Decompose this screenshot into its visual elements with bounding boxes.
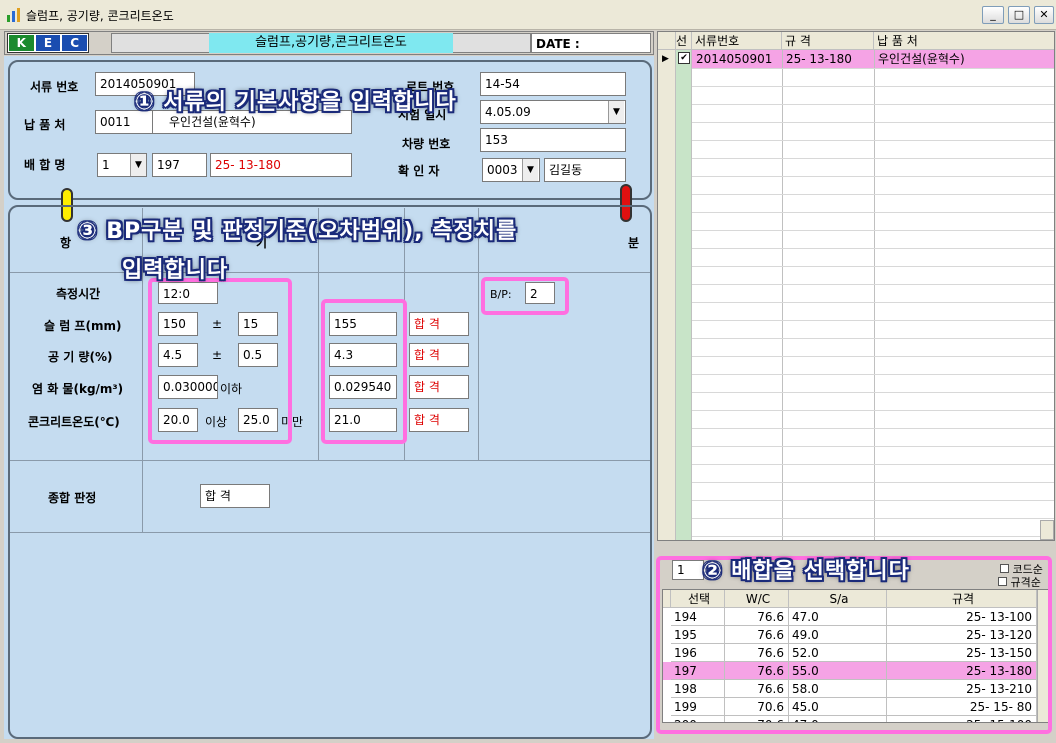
col-head-item: 항 [60, 236, 72, 250]
grid-line [692, 302, 1054, 303]
grid-line [692, 176, 1054, 177]
date-label: DATE : 2014.05.09 [531, 33, 651, 71]
minimize-button[interactable]: _ [982, 6, 1004, 24]
air-result: 합 격 [409, 343, 469, 367]
grid-line [692, 338, 1054, 339]
grid-line [692, 68, 1054, 69]
time-label: 측정시간 [56, 287, 101, 301]
app-icon [6, 7, 22, 23]
grid-line [692, 86, 1054, 87]
test-date-field[interactable]: 4.05.09 [480, 100, 626, 124]
scrollbar[interactable] [1040, 520, 1054, 540]
grid-line [692, 428, 1054, 429]
callout-2: ② 배합을 선택합니다 [703, 559, 910, 584]
grid-line [692, 284, 1054, 285]
chevron-down-icon[interactable]: ▼ [522, 159, 538, 181]
air-label: 공 기 량(%) [48, 350, 113, 364]
supplier-label: 납 품 처 [24, 118, 66, 132]
chevron-down-icon[interactable]: ▼ [130, 154, 146, 176]
temp-label: 콘크리트온도(℃) [28, 415, 120, 429]
total-judge-label: 종합 판정 [48, 491, 97, 505]
grid-line [692, 266, 1054, 267]
grid-line [692, 518, 1054, 519]
slump-result: 합 격 [409, 312, 469, 336]
grid-line [692, 104, 1054, 105]
grid-line [692, 446, 1054, 447]
kec-logo: K E C [7, 33, 89, 53]
col-head-bp: 분 [628, 236, 640, 250]
chloride-result: 합 격 [409, 375, 469, 399]
grid-line [692, 356, 1054, 357]
grid-line [692, 392, 1054, 393]
grid-line [692, 482, 1054, 483]
grid-line [692, 500, 1054, 501]
grid-line [692, 464, 1054, 465]
mix-label: 배 합 명 [24, 158, 66, 172]
lot-field[interactable]: 14-54 [480, 72, 626, 96]
meas-highlight [321, 299, 407, 444]
callout-3b: 입력합니다 [122, 258, 229, 283]
chevron-down-icon[interactable]: ▼ [608, 101, 624, 123]
checker-name-field[interactable]: 김길동 [544, 158, 626, 182]
grid-line [692, 158, 1054, 159]
grid-line [692, 374, 1054, 375]
temp-result: 합 격 [409, 408, 469, 432]
grid-line [692, 230, 1054, 231]
maximize-button[interactable]: □ [1008, 6, 1030, 24]
slump-label: 슬 럼 프(mm) [44, 319, 122, 333]
bp-highlight [481, 277, 569, 315]
callout-1: ① 서류의 기본사항을 입력합니다 [135, 90, 457, 115]
doc-no-label: 서류 번호 [30, 80, 79, 94]
vehicle-label: 차량 번호 [402, 137, 451, 151]
grid-line [692, 140, 1054, 141]
form-title: 슬럼프,공기량,콘크리트온도 [209, 33, 453, 53]
doc-grid[interactable]: 선 서류번호 규 격 납 품 처 ▶ ✔ 2014050901 25- 13-1… [657, 31, 1055, 541]
vehicle-field[interactable]: 153 [480, 128, 626, 152]
close-button[interactable]: ✕ [1034, 6, 1054, 24]
checker-label: 확 인 자 [398, 164, 440, 178]
grid-line [692, 410, 1054, 411]
total-judge-field: 합 격 [200, 484, 270, 508]
grid-line [692, 536, 1054, 537]
criteria-highlight [148, 278, 292, 444]
grid-line [692, 122, 1054, 123]
grid-line [692, 212, 1054, 213]
mix-spec-field[interactable]: 25- 13-180 [210, 153, 352, 177]
grid-line [692, 320, 1054, 321]
window-title: 슬럼프, 공기량, 콘크리트온도 [26, 9, 174, 23]
header-strip: K E C 슬럼프,공기량,콘크리트온도 DATE : 2014.05.09 [4, 31, 654, 71]
mix-id-field[interactable]: 197 [152, 153, 207, 177]
grid-line [692, 248, 1054, 249]
grid-line [692, 194, 1054, 195]
callout-3: ③ BP구분 및 판정기준(오차범위), 측정치를 [78, 219, 518, 244]
chloride-label: 염 화 물(kg/m³) [32, 382, 124, 396]
title-bar: 슬럼프, 공기량, 콘크리트온도 _ □ ✕ [0, 0, 1056, 30]
